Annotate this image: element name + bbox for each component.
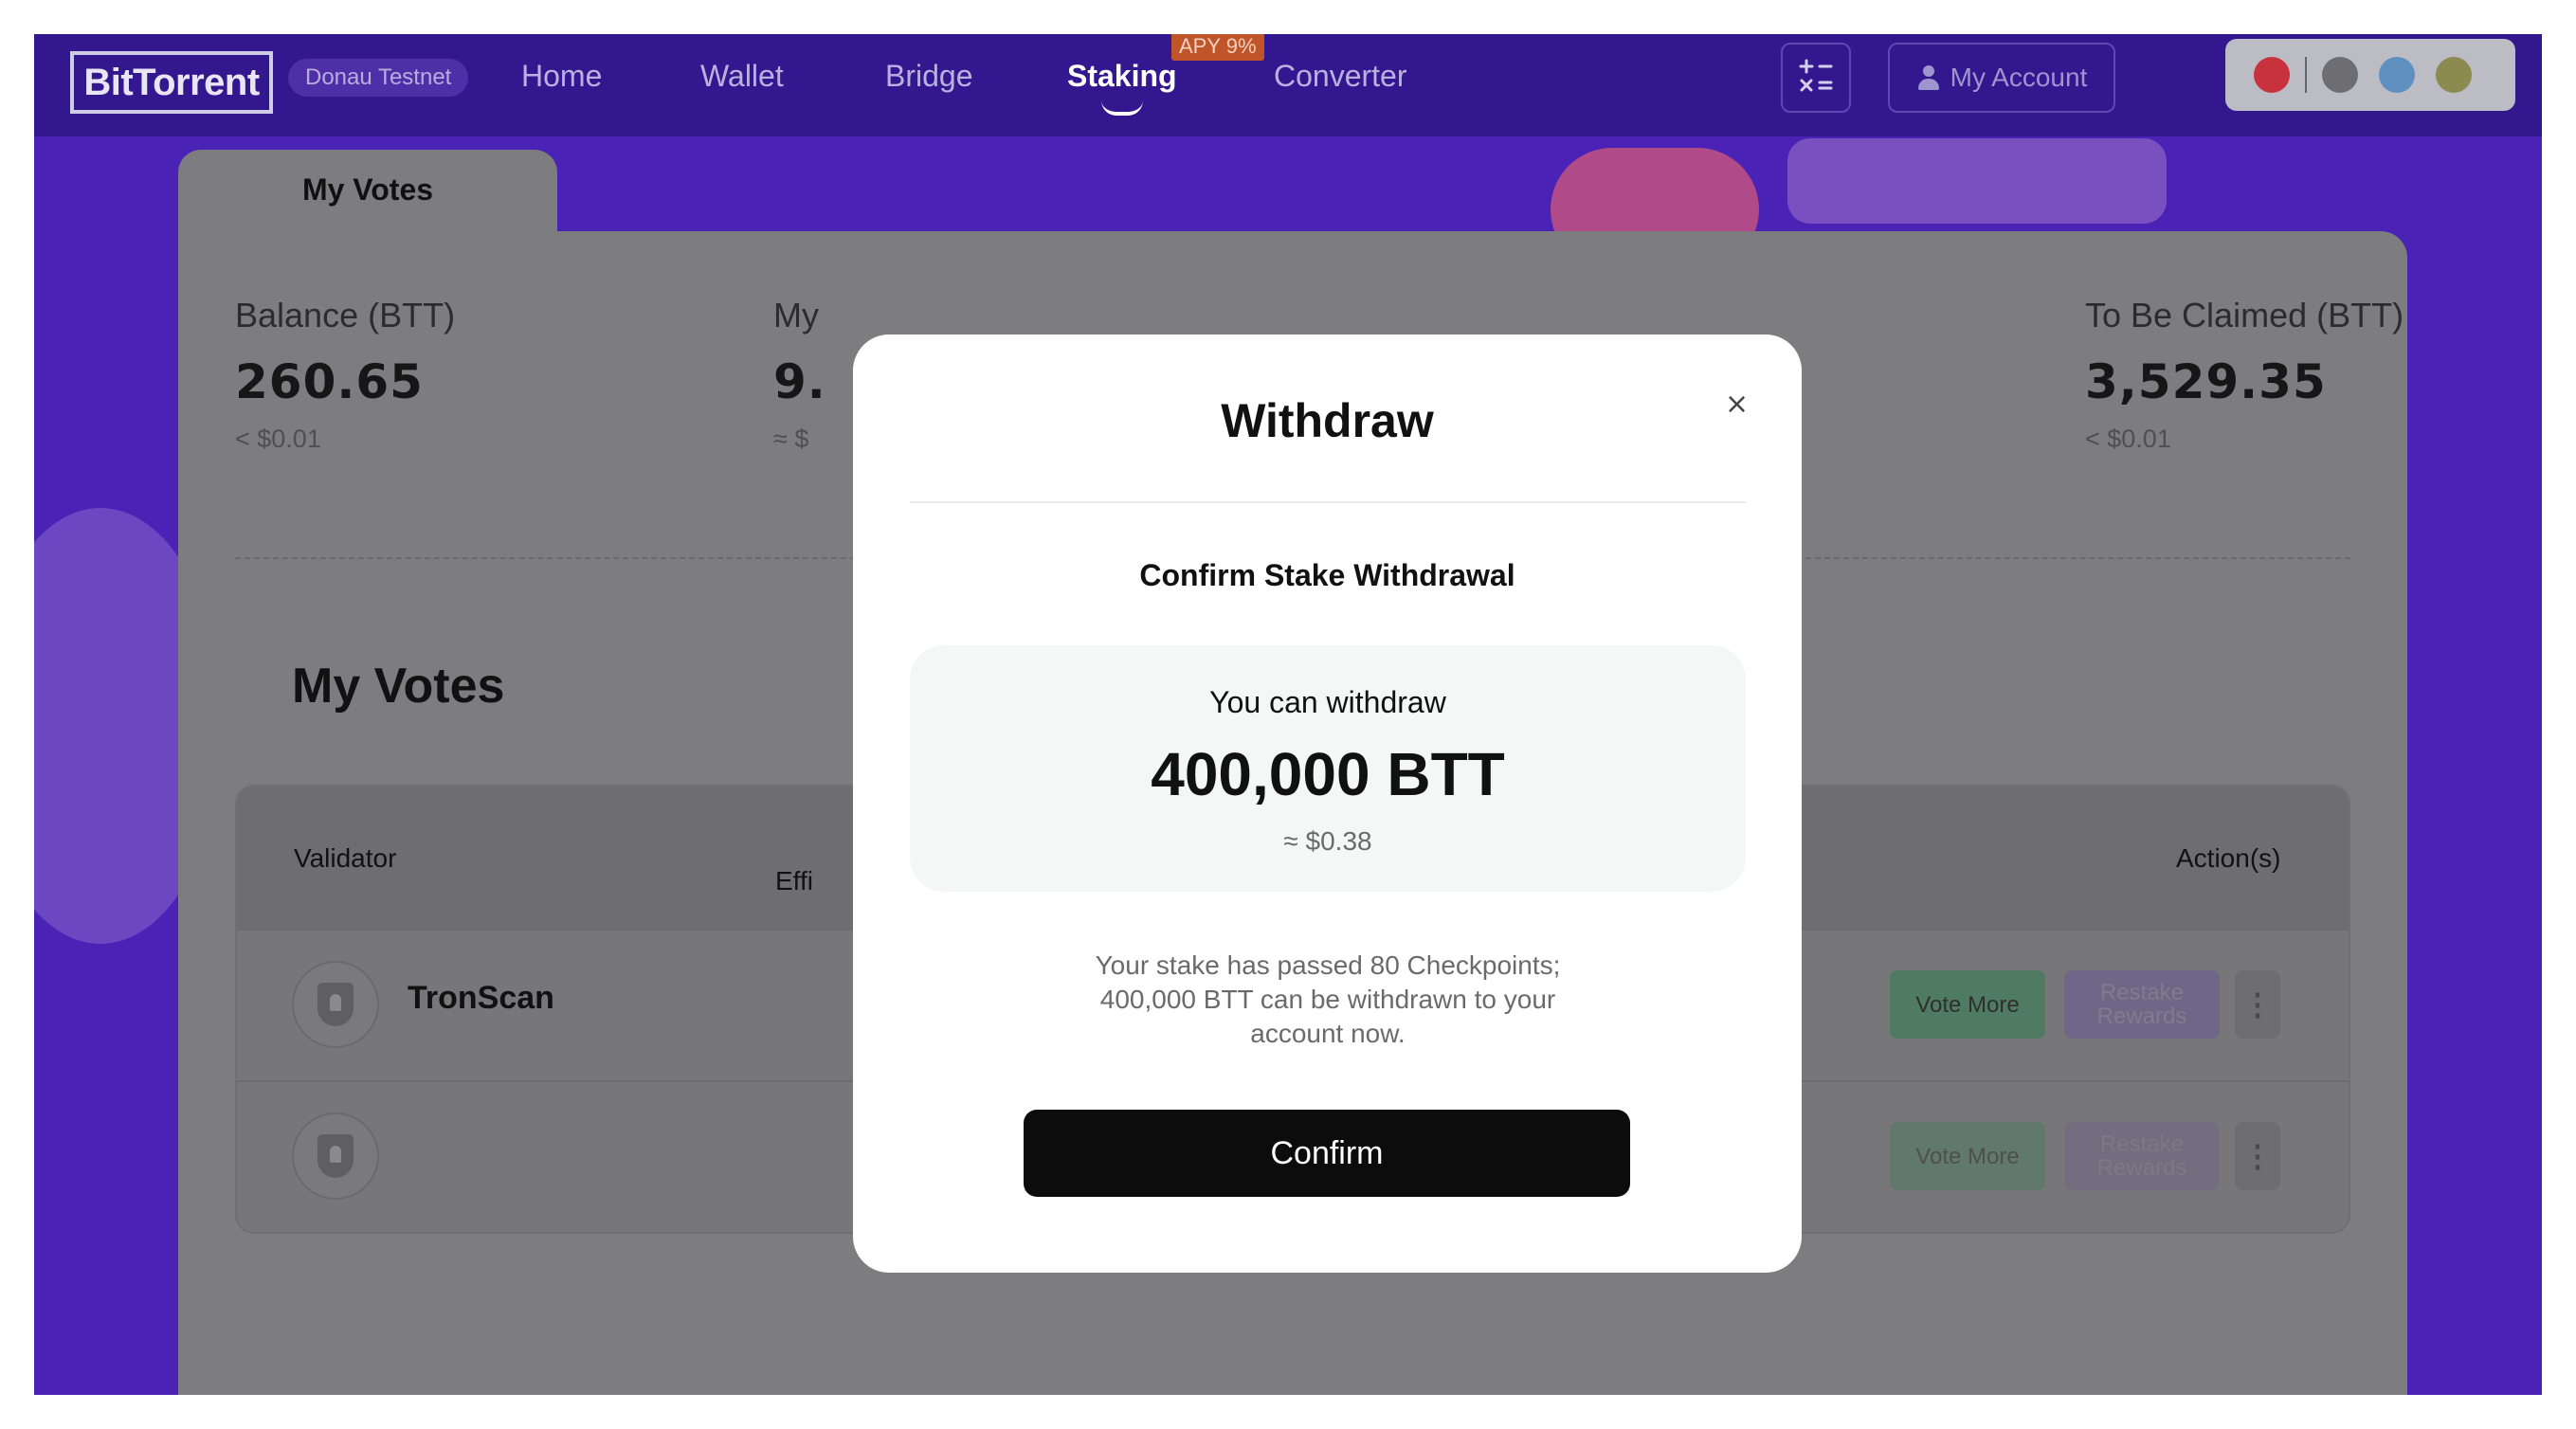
person-icon [1916,65,1941,90]
withdraw-amount-value: 400,000 BTT [1151,740,1505,808]
network-badge[interactable]: Donau Testnet [288,59,469,97]
header-actions: Action(s) [2176,843,2281,873]
active-nav-indicator [1101,100,1143,116]
nav-wallet[interactable]: Wallet [700,59,784,94]
balance-label: Balance (BTT) [235,296,456,335]
to-be-claimed-usd: < $0.01 [2085,425,2171,453]
balance-stat: Balance (BTT) 260.65 < $0.01 [235,296,455,454]
my-stake-label: My [773,296,819,335]
shield-icon [317,983,354,1026]
header-validator: Validator [294,843,397,873]
bittorrent-logo[interactable]: BitTorrent [70,51,273,114]
restake-rewards-button[interactable]: Restake Rewards [2064,1122,2220,1190]
withdraw-note: Your stake has passed 80 Checkpoints; 40… [1095,950,1561,1048]
shield-icon [317,1134,354,1178]
calculator-icon [1797,57,1835,99]
to-be-claimed-stat: To Be Claimed (BTT) 3,529.35 < $0.01 [2085,296,2404,454]
my-account-button[interactable]: My Account [1888,43,2115,113]
app-window: BitTorrent Donau Testnet Home Wallet Bri… [34,34,2542,1395]
nav-bridge[interactable]: Bridge [885,59,973,94]
wallet-icon-4[interactable] [2436,57,2472,93]
divider [2305,57,2307,93]
tab-my-votes[interactable]: My Votes [178,150,557,244]
calculator-button[interactable] [1781,43,1851,113]
more-options-button[interactable]: ⋮ [2235,970,2280,1039]
withdraw-amount-label: You can withdraw [1209,685,1446,719]
wallet-icon-1[interactable] [2254,57,2290,93]
withdraw-modal: Withdraw × Confirm Stake Withdrawal You … [853,335,1802,1273]
my-stake-usd: ≈ $ [773,425,809,453]
wallet-icon-2[interactable] [2322,57,2358,93]
wallet-selector [2225,39,2515,111]
modal-subtitle: Confirm Stake Withdrawal [1139,558,1515,592]
vote-more-button[interactable]: Vote More [1890,1122,2045,1190]
nav-converter[interactable]: Converter [1274,59,1407,94]
nav-home[interactable]: Home [521,59,602,94]
validator-name[interactable]: TronScan [408,980,554,1017]
header-effective: Effi [775,866,813,895]
withdraw-amount-card: You can withdraw 400,000 BTT ≈ $0.38 [910,645,1746,892]
apy-badge: APY 9% [1171,34,1264,61]
confirm-button[interactable]: Confirm [1024,1110,1630,1197]
vote-more-button[interactable]: Vote More [1890,970,2045,1039]
to-be-claimed-label: To Be Claimed (BTT) [2085,296,2404,335]
more-options-button[interactable]: ⋮ [2235,1122,2280,1190]
background-decoration [1787,138,2167,224]
nav-staking[interactable]: Staking [1067,59,1177,94]
balance-value: 260.65 [235,354,424,409]
my-stake-value: 9. [773,354,826,409]
validator-avatar [292,961,379,1048]
withdraw-amount-usd: ≈ $0.38 [1283,826,1372,856]
close-icon[interactable]: × [1725,388,1749,421]
my-account-label: My Account [1950,63,2088,92]
balance-usd: < $0.01 [235,425,321,453]
modal-divider [910,501,1746,503]
restake-rewards-button[interactable]: Restake Rewards [2064,970,2220,1039]
top-nav: BitTorrent Donau Testnet Home Wallet Bri… [34,34,2542,136]
my-stake-stat: My 9. ≈ $ [773,296,826,454]
modal-title: Withdraw [1221,394,1434,447]
wallet-icon-3[interactable] [2379,57,2415,93]
validator-avatar [292,1112,379,1200]
to-be-claimed-value: 3,529.35 [2085,354,2327,409]
my-votes-heading: My Votes [292,659,505,714]
